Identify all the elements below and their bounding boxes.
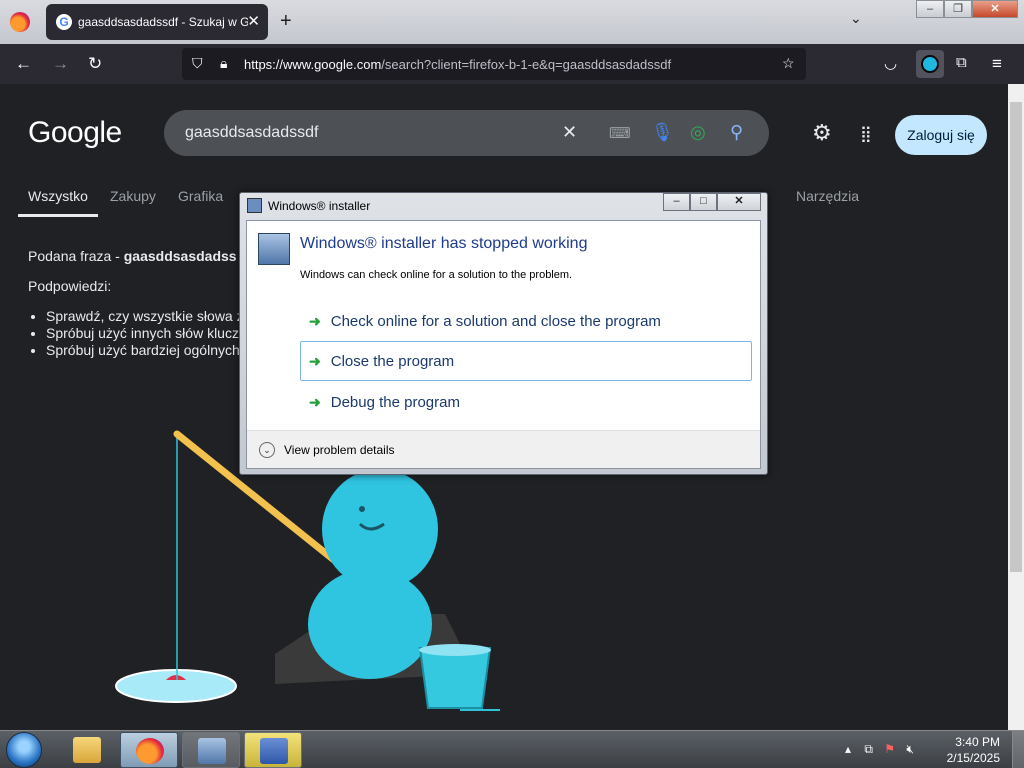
no-results-term: gaasddsasdadss [123, 248, 237, 264]
chevron-down-icon[interactable]: ⌄ [259, 442, 275, 458]
volume-icon[interactable]: 🔇︎ [906, 742, 914, 756]
flag-icon[interactable]: ⚑ [884, 742, 895, 756]
google-logo[interactable]: Google [28, 116, 122, 150]
back-icon[interactable]: ← [15, 54, 32, 74]
no-results-line: Podana fraza - gaasddsasdadss [28, 248, 244, 264]
taskbar-explorer[interactable] [58, 732, 116, 768]
start-orb-icon[interactable] [6, 732, 42, 768]
option-label: Check online for a solution and close th… [330, 312, 661, 330]
tab-close-icon[interactable]: ✕ [247, 12, 260, 30]
tab-shopping[interactable]: Zakupy [110, 188, 156, 204]
url-host: https://www.google.com [244, 57, 382, 72]
search-box[interactable]: gaasddsasdadssdf ✕ ⌨ 🎙︎ ◎ ⚲ [164, 110, 769, 156]
firefox-icon [136, 738, 164, 764]
tab-tools[interactable]: Narzędzia [796, 188, 859, 204]
keyboard-icon[interactable]: ⌨ [609, 124, 631, 142]
tray-expand-icon[interactable]: ▴ [845, 742, 851, 756]
google-g-icon: G [56, 14, 72, 30]
taskbar-installer[interactable] [182, 732, 240, 768]
close-program-option[interactable]: ➜ Close the program [300, 341, 752, 381]
error-dialog: Windows® installer – □ ✕ Windows® instal… [239, 192, 768, 475]
menu-icon[interactable]: ≡ [992, 54, 1002, 74]
list-all-tabs-icon[interactable]: ⌄ [850, 10, 862, 27]
tab-strip: G gaasddsasdadssdf - Szukaj w G ✕ + ⌄ – … [0, 0, 1024, 44]
lens-icon[interactable]: ◎ [690, 122, 706, 143]
extension-icon[interactable] [916, 50, 944, 78]
clock[interactable]: 3:40 PM 2/15/2025 [940, 734, 1000, 766]
lock-icon[interactable]: 🔒︎ [220, 55, 227, 72]
option-label: Debug the program [330, 393, 460, 411]
browser-tab[interactable]: G gaasddsasdadssdf - Szukaj w G ✕ [46, 4, 268, 40]
debug-program-option[interactable]: ➜ Debug the program [300, 382, 752, 422]
arrow-icon: ➜ [309, 352, 321, 369]
tab-all[interactable]: Wszystko [28, 188, 88, 204]
clock-time: 3:40 PM [955, 735, 1000, 749]
no-results-prefix: Podana fraza - [28, 248, 124, 264]
taskbar-firefox[interactable] [120, 732, 178, 768]
maximize-button[interactable]: ❐ [944, 0, 972, 18]
dialog-subtext: Windows can check online for a solution … [300, 269, 573, 281]
pocket-icon[interactable]: ◡ [884, 54, 897, 72]
system-tray: ▴ ⧉ ⚑ 🔇︎ [845, 742, 914, 757]
minimize-button[interactable]: – [916, 0, 944, 18]
installer-icon [198, 738, 226, 764]
forward-icon[interactable]: → [52, 54, 69, 74]
reload-icon[interactable]: ↻ [88, 54, 102, 74]
shield-icon[interactable]: ⛉ [192, 55, 203, 72]
option-label: Close the program [330, 352, 455, 370]
active-tab-indicator [18, 214, 98, 217]
login-button[interactable]: Zaloguj się [895, 115, 987, 155]
dialog-window-controls: – □ ✕ [663, 193, 761, 211]
close-window-button[interactable]: ✕ [972, 0, 1018, 18]
network-icon[interactable]: ⧉ [864, 742, 873, 756]
dialog-close-button[interactable]: ✕ [717, 193, 761, 211]
hint-item: Spróbuj użyć bardziej ogólnych [46, 342, 244, 359]
apps-icon[interactable]: ⣿ [860, 124, 873, 144]
page-scrollbar[interactable] [1008, 84, 1024, 730]
scrollbar-thumb[interactable] [1010, 102, 1022, 572]
url-path: /search?client=firefox-b-1-e&q=gaasddsas… [381, 57, 672, 72]
search-icon[interactable]: ⚲ [730, 122, 743, 143]
window-controls: – ❐ ✕ [916, 0, 1018, 18]
explorer-icon [73, 737, 101, 763]
new-tab-button[interactable]: + [280, 10, 292, 33]
app-icon [260, 738, 288, 764]
hint-item: Spróbuj użyć innych słów klucz [46, 325, 244, 342]
no-results-message: Podana fraza - gaasddsasdadss Podpowiedz… [28, 248, 244, 359]
puzzle-icon[interactable]: ⧉ [956, 54, 967, 71]
clear-icon[interactable]: ✕ [562, 122, 577, 143]
dialog-body: Windows® installer has stopped working W… [246, 220, 761, 469]
url-bar[interactable]: ⛉ 🔒︎ https://www.google.com/search?clien… [182, 48, 806, 80]
url-text[interactable]: https://www.google.com/search?client=fir… [244, 57, 671, 72]
hint-item: Sprawdź, czy wszystkie słowa z [46, 308, 244, 325]
tab-title: gaasddsasdadssdf - Szukaj w G [78, 15, 248, 29]
firefox-icon[interactable] [10, 12, 30, 32]
dialog-title: Windows® installer [268, 199, 371, 213]
star-icon[interactable]: ☆ [782, 55, 795, 72]
clock-date: 2/15/2025 [946, 751, 1000, 765]
dialog-heading: Windows® installer has stopped working [300, 235, 588, 252]
nav-bar: ← → ↻ ⛉ 🔒︎ https://www.google.com/search… [0, 44, 1024, 84]
show-desktop-button[interactable] [1012, 731, 1024, 768]
hints-list: Sprawdź, czy wszystkie słowa z Spróbuj u… [28, 308, 244, 359]
view-details-link[interactable]: View problem details [284, 443, 395, 457]
dialog-minimize-button[interactable]: – [663, 193, 690, 211]
search-input[interactable]: gaasddsasdadssdf [185, 124, 318, 142]
dialog-maximize-button[interactable]: □ [690, 193, 717, 211]
screen: { "browser": { "tab_title": "gaasddsasda… [0, 0, 1024, 768]
dialog-footer: ⌄ View problem details [247, 430, 760, 468]
arrow-icon: ➜ [309, 393, 321, 410]
hints-title: Podpowiedzi: [28, 278, 112, 294]
installer-program-icon [258, 233, 290, 265]
taskbar-app[interactable] [244, 732, 302, 768]
check-online-option[interactable]: ➜ Check online for a solution and close … [300, 301, 752, 341]
mic-icon[interactable]: 🎙︎ [651, 122, 674, 143]
taskbar: ▴ ⧉ ⚑ 🔇︎ 3:40 PM 2/15/2025 [0, 730, 1024, 768]
arrow-icon: ➜ [309, 312, 321, 329]
installer-icon [247, 198, 262, 213]
gear-icon[interactable]: ⚙ [812, 120, 832, 146]
tab-images[interactable]: Grafika [178, 188, 223, 204]
